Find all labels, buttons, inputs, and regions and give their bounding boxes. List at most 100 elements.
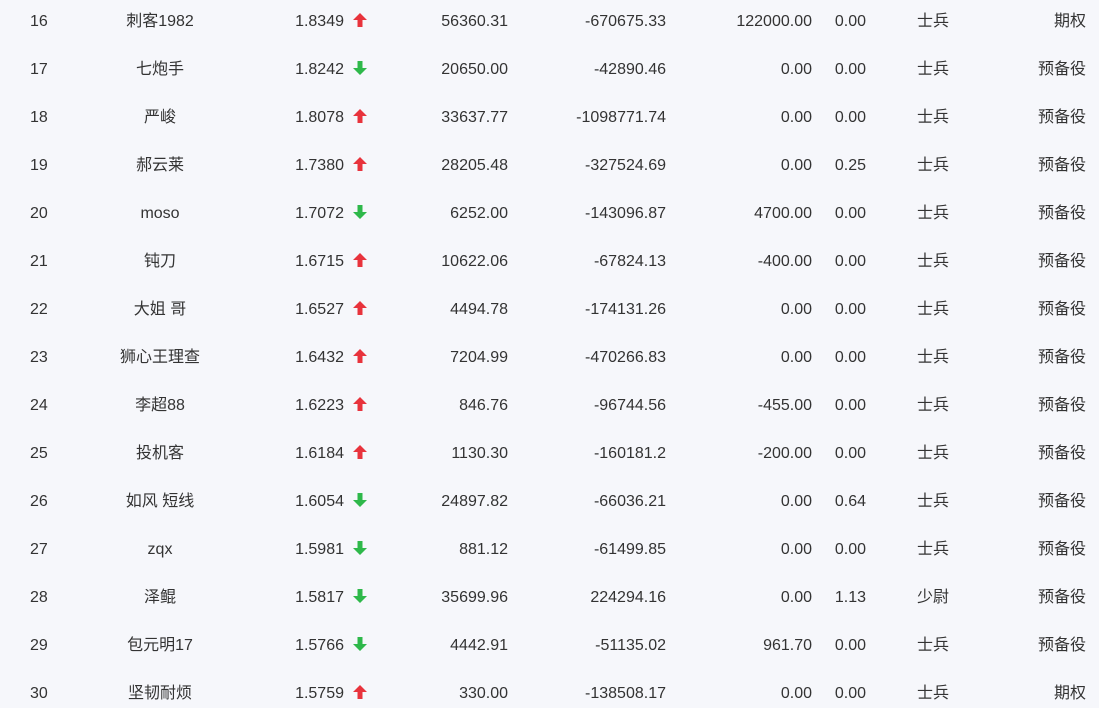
amount-value: 330.00 xyxy=(459,685,508,702)
account-type: 预备役 xyxy=(1037,61,1086,78)
profit-value: -42890.46 xyxy=(593,61,666,78)
rank-number: 16 xyxy=(30,13,48,30)
delta-value: -400.00 xyxy=(757,253,812,270)
delta-value: 0.00 xyxy=(780,109,812,126)
ratio-value: 1.8349 xyxy=(295,13,344,30)
percent-value: 0.00 xyxy=(834,253,866,270)
trader-name[interactable]: 如风 短线 xyxy=(80,480,240,528)
ratio-value: 1.6054 xyxy=(295,493,344,510)
table-row-23[interactable]: 23 狮心王理查 1.6432 7204.99 -470266.83 0.00 … xyxy=(0,336,1099,384)
account-type: 预备役 xyxy=(1037,349,1086,366)
percent-value: 0.64 xyxy=(834,493,866,510)
amount-value: 10622.06 xyxy=(441,253,508,270)
trader-name[interactable]: 郝云莱 xyxy=(80,144,240,192)
amount-value: 6252.00 xyxy=(450,205,508,222)
military-rank: 少尉 xyxy=(916,589,949,606)
trader-name[interactable]: 钝刀 xyxy=(80,240,240,288)
table-row-21[interactable]: 21 钝刀 1.6715 10622.06 -67824.13 -400.00 … xyxy=(0,240,1099,288)
amount-value: 33637.77 xyxy=(441,109,508,126)
account-type: 预备役 xyxy=(1037,205,1086,222)
delta-value: 961.70 xyxy=(763,637,812,654)
ratio-value: 1.6432 xyxy=(295,349,344,366)
table-row-17[interactable]: 17 七炮手 1.8242 20650.00 -42890.46 0.00 0.… xyxy=(0,48,1099,96)
ratio-value: 1.5759 xyxy=(295,685,344,702)
profit-value: -160181.2 xyxy=(593,445,666,462)
percent-value: 0.00 xyxy=(834,685,866,702)
amount-value: 1130.30 xyxy=(451,445,508,462)
military-rank: 士兵 xyxy=(916,445,949,462)
trader-name[interactable]: 坚韧耐烦 xyxy=(80,672,240,708)
amount-value: 4494.78 xyxy=(450,301,508,318)
trader-name[interactable]: 狮心王理查 xyxy=(80,336,240,384)
profit-value: -67824.13 xyxy=(593,253,666,270)
profit-value: -670675.33 xyxy=(585,13,666,30)
rank-number: 27 xyxy=(30,541,48,558)
percent-value: 0.00 xyxy=(834,61,866,78)
profit-value: -327524.69 xyxy=(585,157,666,174)
amount-value: 20650.00 xyxy=(441,61,508,78)
table-row-28[interactable]: 28 泽鲲 1.5817 35699.96 224294.16 0.00 1.1… xyxy=(0,576,1099,624)
trader-name[interactable]: 大姐 哥 xyxy=(80,288,240,336)
military-rank: 士兵 xyxy=(916,157,949,174)
ratio-value: 1.8078 xyxy=(295,109,344,126)
ratio-value: 1.6184 xyxy=(295,445,344,462)
ratio-value: 1.7380 xyxy=(295,157,344,174)
table-row-25[interactable]: 25 投机客 1.6184 1130.30 -160181.2 -200.00 … xyxy=(0,432,1099,480)
table-row-24[interactable]: 24 李超88 1.6223 846.76 -96744.56 -455.00 … xyxy=(0,384,1099,432)
rank-number: 19 xyxy=(30,157,48,174)
account-type: 期权 xyxy=(1053,13,1086,30)
ratio-value: 1.5981 xyxy=(295,541,344,558)
rank-number: 22 xyxy=(30,301,48,318)
table-row-30[interactable]: 30 坚韧耐烦 1.5759 330.00 -138508.17 0.00 0.… xyxy=(0,672,1099,708)
profit-value: -174131.26 xyxy=(585,301,666,318)
percent-value: 0.00 xyxy=(834,397,866,414)
account-type: 预备役 xyxy=(1037,109,1086,126)
table-row-29[interactable]: 29 包元明17 1.5766 4442.91 -51135.02 961.70… xyxy=(0,624,1099,672)
account-type: 预备役 xyxy=(1037,493,1086,510)
account-type: 预备役 xyxy=(1037,301,1086,318)
account-type: 预备役 xyxy=(1037,445,1086,462)
table-row-22[interactable]: 22 大姐 哥 1.6527 4494.78 -174131.26 0.00 0… xyxy=(0,288,1099,336)
trader-name[interactable]: zqx xyxy=(80,528,240,576)
rank-number: 21 xyxy=(30,253,48,270)
rank-number: 20 xyxy=(30,205,48,222)
trader-name[interactable]: 包元明17 xyxy=(80,624,240,672)
ratio-value: 1.7072 xyxy=(295,205,344,222)
trader-name[interactable]: 李超88 xyxy=(80,384,240,432)
percent-value: 0.00 xyxy=(834,205,866,222)
trader-name[interactable]: 投机客 xyxy=(80,432,240,480)
ratio-value: 1.5766 xyxy=(295,637,344,654)
military-rank: 士兵 xyxy=(916,109,949,126)
delta-value: 0.00 xyxy=(780,541,812,558)
trader-name[interactable]: 严峻 xyxy=(80,96,240,144)
table-row-20[interactable]: 20 moso 1.7072 6252.00 -143096.87 4700.0… xyxy=(0,192,1099,240)
table-row-18[interactable]: 18 严峻 1.8078 33637.77 -1098771.74 0.00 0… xyxy=(0,96,1099,144)
profit-value: -61499.85 xyxy=(593,541,666,558)
rank-number: 26 xyxy=(30,493,48,510)
table-row-27[interactable]: 27 zqx 1.5981 881.12 -61499.85 0.00 0.00… xyxy=(0,528,1099,576)
delta-value: 0.00 xyxy=(780,589,812,606)
delta-value: 0.00 xyxy=(780,301,812,318)
trader-name[interactable]: 七炮手 xyxy=(80,48,240,96)
amount-value: 56360.31 xyxy=(441,13,508,30)
rank-number: 25 xyxy=(30,445,48,462)
trader-name[interactable]: 泽鲲 xyxy=(80,576,240,624)
rank-number: 23 xyxy=(30,349,48,366)
percent-value: 0.25 xyxy=(834,157,866,174)
table-row-19[interactable]: 19 郝云莱 1.7380 28205.48 -327524.69 0.00 0… xyxy=(0,144,1099,192)
table-row-26[interactable]: 26 如风 短线 1.6054 24897.82 -66036.21 0.00 … xyxy=(0,480,1099,528)
percent-value: 0.00 xyxy=(834,109,866,126)
account-type: 预备役 xyxy=(1037,397,1086,414)
delta-value: -200.00 xyxy=(757,445,812,462)
rank-number: 17 xyxy=(30,61,48,78)
table-row-16[interactable]: 16 刺客1982 1.8349 56360.31 -670675.33 122… xyxy=(0,0,1099,48)
profit-value: -470266.83 xyxy=(585,349,666,366)
rank-number: 24 xyxy=(30,397,48,414)
percent-value: 0.00 xyxy=(834,637,866,654)
trader-name[interactable]: moso xyxy=(80,192,240,240)
account-type: 预备役 xyxy=(1037,157,1086,174)
trader-name[interactable]: 刺客1982 xyxy=(80,0,240,48)
ratio-value: 1.5817 xyxy=(295,589,344,606)
military-rank: 士兵 xyxy=(916,541,949,558)
profit-value: -1098771.74 xyxy=(576,109,666,126)
